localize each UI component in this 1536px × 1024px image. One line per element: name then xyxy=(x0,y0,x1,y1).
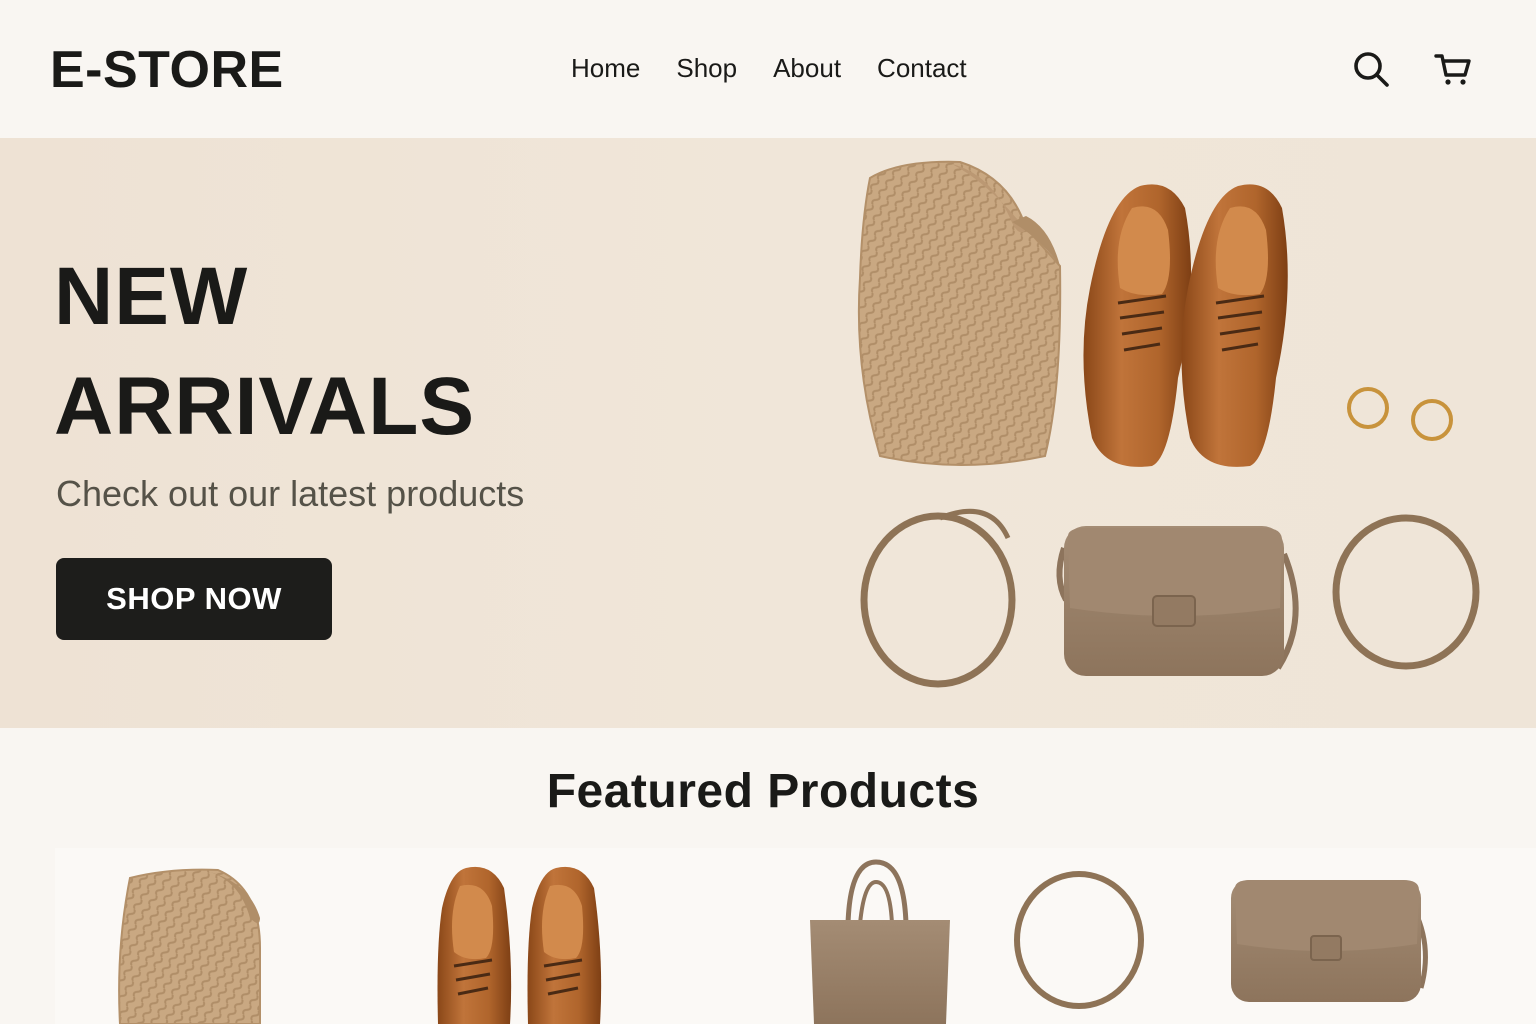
hero-banner: NEW ARRIVALS Check out our latest produc… xyxy=(0,138,1536,728)
search-icon xyxy=(1354,52,1389,87)
bag-strap-image xyxy=(860,508,1016,688)
shoes-image xyxy=(437,866,602,1024)
nav-shop[interactable]: Shop xyxy=(676,50,737,86)
hero-title-line2: ARRIVALS xyxy=(54,361,476,452)
product-card-tote-bag[interactable] xyxy=(800,848,960,1024)
hero-title: NEW ARRIVALS xyxy=(54,242,475,462)
hero-subtitle: Check out our latest products xyxy=(56,473,525,514)
product-card-crossbody-bag[interactable] xyxy=(1225,848,1445,1024)
main-nav: Home Shop About Contact xyxy=(571,50,967,86)
logo[interactable]: E-STORE xyxy=(50,40,284,100)
crossbody-bag-image xyxy=(1231,880,1428,1002)
sweater-image xyxy=(857,160,1062,466)
product-card-shoes[interactable] xyxy=(430,848,610,1024)
cart-icon xyxy=(1434,54,1471,85)
product-card-sweater[interactable] xyxy=(110,848,270,1024)
hero-product-image xyxy=(857,160,1480,688)
featured-products-grid xyxy=(55,848,1536,1024)
bracelet-image xyxy=(1332,514,1480,670)
crossbody-bag-image xyxy=(1056,526,1299,676)
shoes-image xyxy=(1083,184,1288,467)
featured-products-title: Featured Products xyxy=(546,765,980,818)
product-card-bag-strap[interactable] xyxy=(1005,848,1155,1024)
search-button[interactable] xyxy=(1350,48,1392,90)
bag-strap-image xyxy=(1014,871,1144,1009)
site-header: E-STORE Home Shop About Contact xyxy=(0,0,1536,138)
tote-bag-image xyxy=(810,859,950,1024)
earrings-image xyxy=(1347,387,1453,441)
nav-about[interactable]: About xyxy=(773,50,841,86)
nav-contact[interactable]: Contact xyxy=(877,50,967,86)
nav-home[interactable]: Home xyxy=(571,50,640,86)
hero-title-line1: NEW xyxy=(54,251,249,342)
sweater-image xyxy=(118,868,261,1024)
cart-button[interactable] xyxy=(1432,48,1474,90)
shop-now-button[interactable]: SHOP NOW xyxy=(56,558,332,640)
